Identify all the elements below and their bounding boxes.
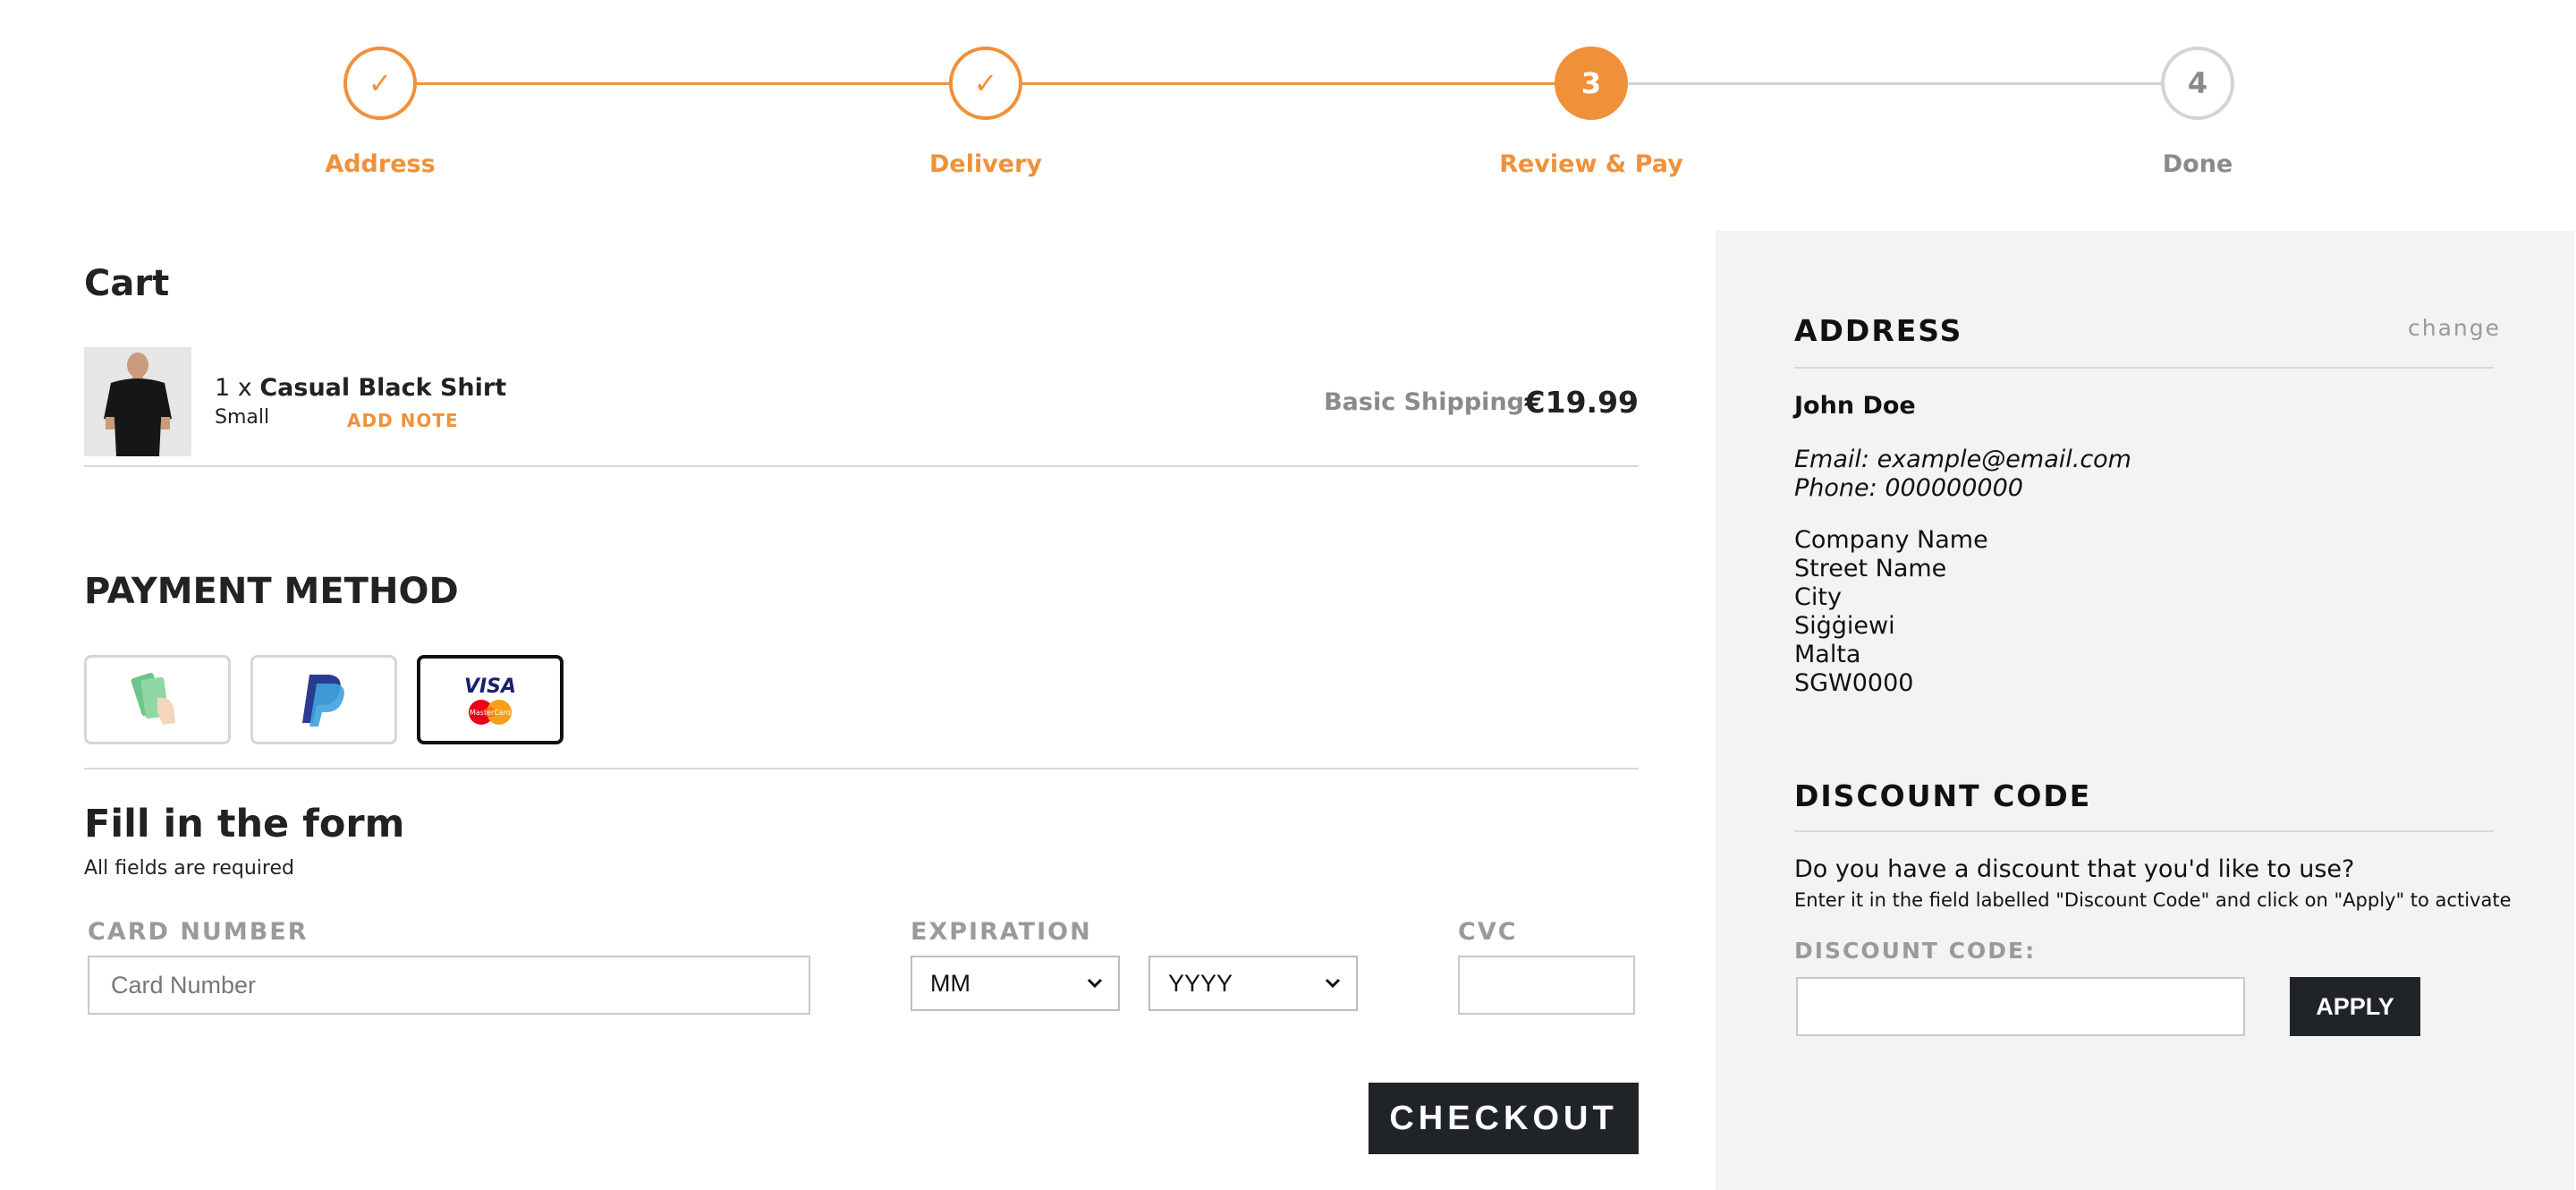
paypal-icon (302, 675, 344, 727)
address-line: Company Name (1794, 526, 1988, 554)
checkout-button[interactable]: CHECKOUT (1368, 1083, 1639, 1154)
chevron-down-icon (1325, 978, 1341, 989)
cart-title: Cart (84, 263, 170, 304)
item-title: 1 x Casual Black Shirt (215, 374, 506, 402)
cvc-input[interactable] (1458, 956, 1635, 1015)
form-subtitle: All fields are required (84, 857, 294, 880)
step-review-pay-circle: 3 (1555, 47, 1628, 120)
discount-code-input[interactable] (1796, 977, 2245, 1036)
discount-code-label: DISCOUNT CODE: (1794, 938, 2037, 964)
discount-heading: DISCOUNT CODE (1794, 778, 2092, 813)
step-done-label: Done (2162, 150, 2233, 178)
check-icon: ✓ (973, 66, 998, 100)
address-divider (1794, 367, 2494, 369)
step-connector-2 (1021, 82, 1555, 85)
payment-option-cash[interactable] (84, 655, 231, 744)
change-address-link[interactable]: change (2408, 315, 2501, 341)
discount-divider (1794, 830, 2494, 832)
expiration-label: EXPIRATION (911, 918, 1092, 946)
apply-discount-button[interactable]: APPLY (2290, 977, 2420, 1036)
payment-method-title: PAYMENT METHOD (84, 571, 459, 612)
address-email: Email: example@email.com (1794, 446, 2131, 473)
discount-hint: Enter it in the field labelled "Discount… (1794, 889, 2512, 911)
add-note-link[interactable]: ADD NOTE (347, 410, 459, 431)
cart-divider (84, 465, 1639, 467)
visa-mastercard-icon: VISA MasterCard (464, 676, 516, 725)
expiration-year-select[interactable]: YYYY (1148, 956, 1358, 1011)
address-line: Malta (1794, 641, 1861, 668)
form-title: Fill in the form (84, 802, 405, 846)
chevron-down-icon (1087, 978, 1103, 989)
card-number-label: CARD NUMBER (88, 918, 309, 946)
address-line: City (1794, 583, 1842, 611)
shipping-method: Basic Shipping (1324, 388, 1524, 416)
cart-item: 1 x Casual Black Shirt Small ADD NOTE Ba… (84, 347, 1639, 456)
mastercard-logo-text: MasterCard (470, 709, 511, 717)
step-number: 3 (1580, 66, 1602, 100)
step-connector-1 (417, 82, 950, 85)
address-line: SGW0000 (1794, 669, 1914, 697)
checkout-stepper: ✓ Address ✓ Delivery 3 Review & Pay 4 Do… (0, 0, 2234, 206)
step-review-pay-label: Review & Pay (1499, 150, 1683, 178)
step-address-circle[interactable]: ✓ (343, 47, 417, 120)
item-name: Casual Black Shirt (259, 374, 507, 402)
step-done-circle: 4 (2161, 47, 2234, 120)
address-name: John Doe (1794, 392, 1916, 420)
discount-question: Do you have a discount that you'd like t… (1794, 855, 2355, 883)
step-delivery-circle[interactable]: ✓ (949, 47, 1022, 120)
product-thumbnail (84, 347, 191, 456)
visa-logo-text: VISA (464, 676, 516, 698)
address-heading: ADDRESS (1794, 313, 1963, 348)
address-contact: Email: example@email.com Phone: 00000000… (1794, 446, 2131, 503)
address-line: Street Name (1794, 555, 1947, 582)
item-size: Small (215, 406, 270, 429)
address-phone: Phone: 000000000 (1794, 474, 2023, 502)
step-connector-3 (1626, 82, 2163, 85)
address-lines: Company Name Street Name City Siġġiewi M… (1794, 526, 1988, 698)
cvc-label: CVC (1458, 918, 1518, 946)
item-quantity: 1 x (215, 374, 252, 402)
order-summary-panel (1716, 231, 2574, 1190)
card-number-input[interactable] (88, 956, 810, 1015)
payment-divider (84, 768, 1639, 769)
check-icon: ✓ (368, 66, 393, 100)
expiration-month-value: MM (930, 969, 970, 997)
item-price: €19.99 (1524, 385, 1639, 420)
cash-hand-icon (131, 672, 175, 725)
address-line: Siġġiewi (1794, 612, 1895, 640)
payment-option-card[interactable]: VISA MasterCard (417, 655, 564, 744)
expiration-year-value: YYYY (1168, 969, 1233, 997)
expiration-month-select[interactable]: MM (911, 956, 1120, 1011)
step-delivery-label[interactable]: Delivery (852, 150, 1120, 178)
step-number: 4 (2187, 66, 2208, 100)
payment-option-paypal[interactable] (250, 655, 397, 744)
step-address-label[interactable]: Address (246, 150, 514, 178)
